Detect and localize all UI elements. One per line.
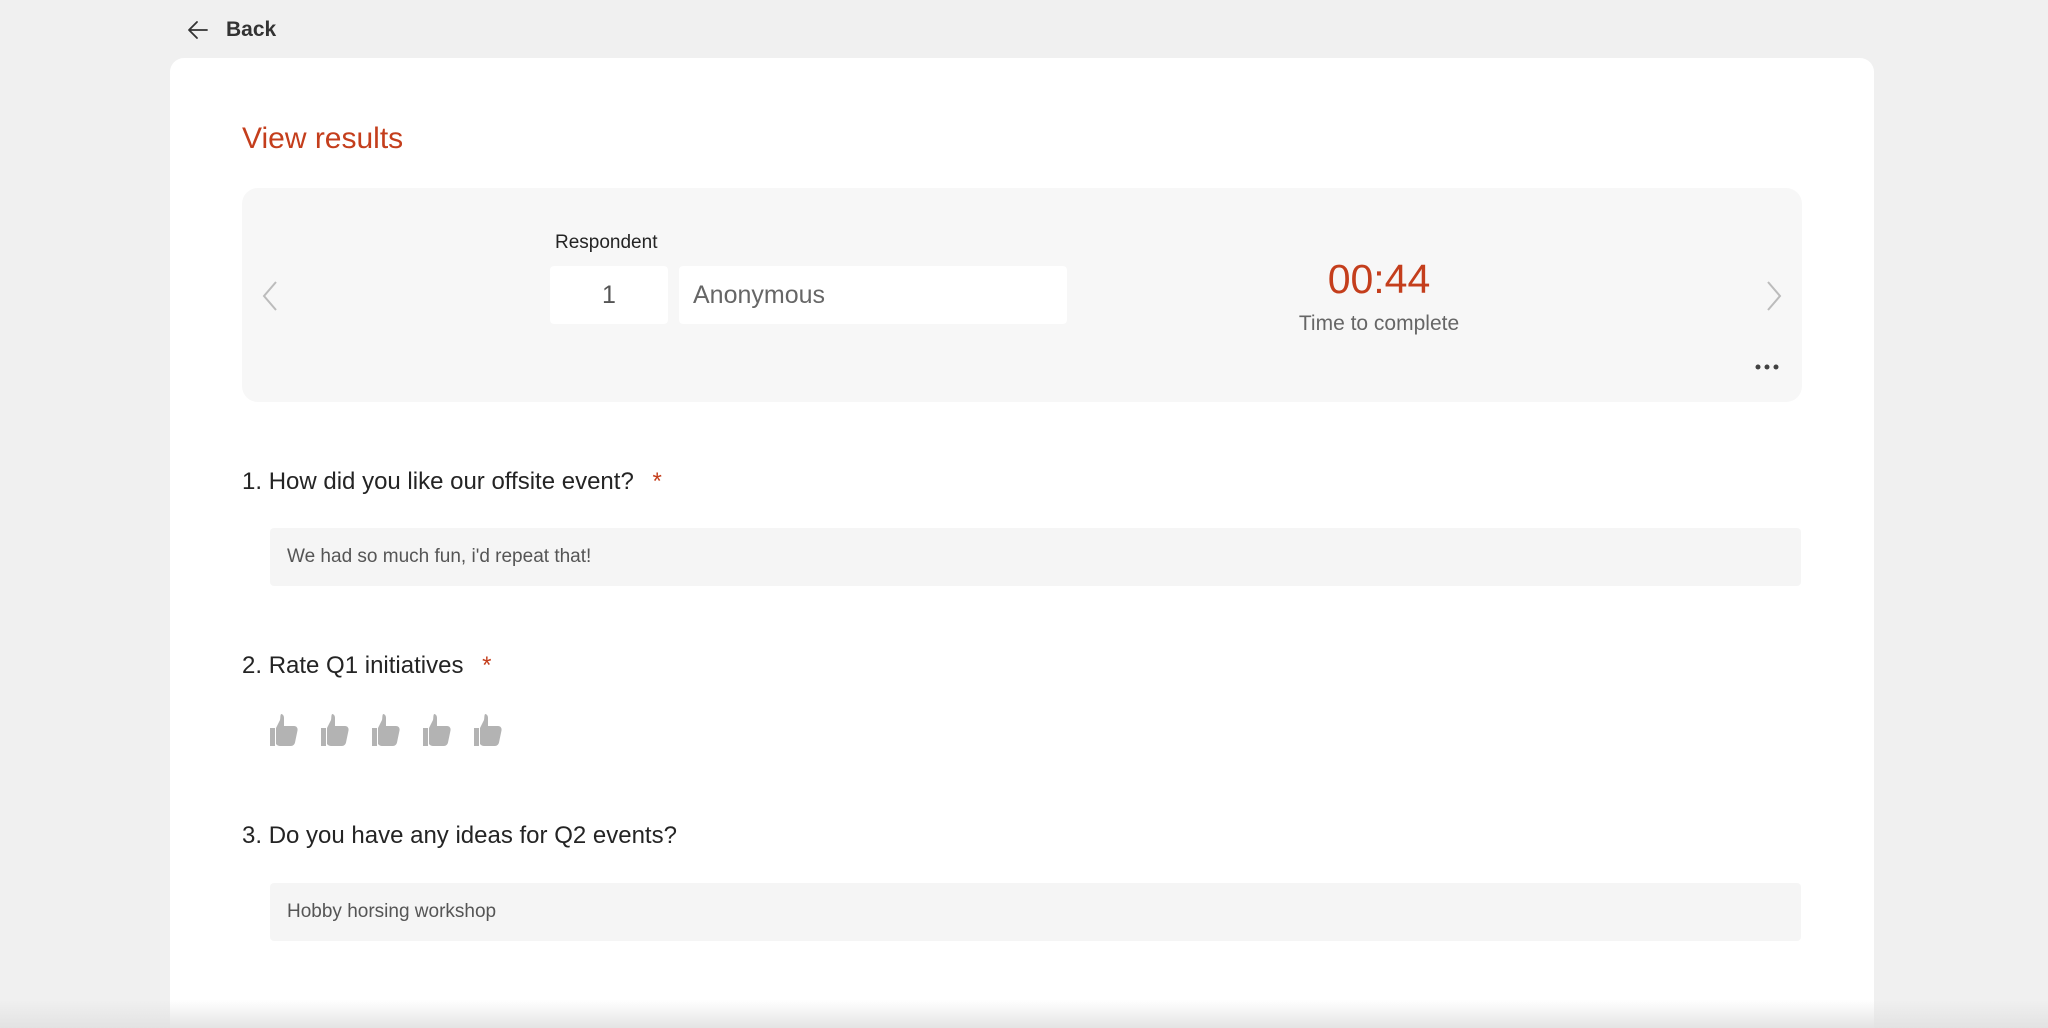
page-title: View results <box>242 122 404 155</box>
time-to-complete-value: 00:44 <box>1327 256 1431 302</box>
question-2: 2. Rate Q1 initiatives * <box>242 652 491 680</box>
question-1: 1. How did you like our offsite event? * <box>242 468 662 496</box>
question-number: 3. <box>242 822 263 849</box>
arrow-left-icon <box>188 21 208 39</box>
more-horizontal-icon[interactable] <box>1754 362 1780 372</box>
question-text: Do you have any ideas for Q2 events? <box>268 822 677 849</box>
bottom-fade <box>0 1000 2048 1028</box>
chevron-left-icon[interactable] <box>256 278 284 314</box>
respondent-number-input[interactable]: 1 <box>550 266 668 324</box>
thumb-up-icon <box>270 714 298 746</box>
thumb-up-icon <box>321 714 349 746</box>
thumb-up-icon <box>423 714 451 746</box>
question-text: Rate Q1 initiatives <box>268 652 464 679</box>
answer-3: Hobby horsing workshop <box>270 883 1801 941</box>
thumb-up-icon <box>372 714 400 746</box>
back-label: Back <box>226 18 277 41</box>
required-marker: * <box>652 468 662 495</box>
required-marker: * <box>482 652 492 679</box>
back-button[interactable]: Back <box>186 14 276 46</box>
thumb-up-icon <box>474 714 502 746</box>
time-to-complete-label: Time to complete <box>1298 312 1460 335</box>
results-card: View results Respondent 1 Anonymous 00:4… <box>170 58 1874 1028</box>
respondent-panel: Respondent 1 Anonymous 00:44 Time to com… <box>242 188 1802 402</box>
question-number: 1. <box>242 468 263 495</box>
question-text: How did you like our offsite event? <box>268 468 634 495</box>
chevron-right-icon[interactable] <box>1760 278 1788 314</box>
answer-1: We had so much fun, i'd repeat that! <box>270 528 1801 586</box>
question-number: 2. <box>242 652 263 679</box>
rating-thumbs <box>268 712 504 748</box>
respondent-name-field[interactable]: Anonymous <box>679 266 1067 324</box>
respondent-label: Respondent <box>555 232 658 253</box>
question-3: 3. Do you have any ideas for Q2 events? <box>242 822 677 850</box>
